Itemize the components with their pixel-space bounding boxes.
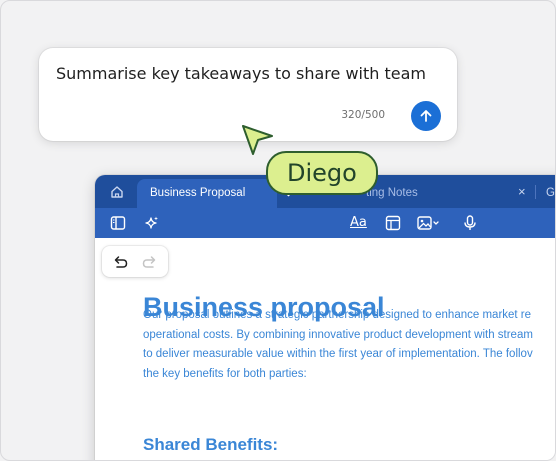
document-window: Business Proposal ting Notes × G Aa Busi… <box>95 175 555 460</box>
close-tab-button[interactable]: × <box>518 184 526 199</box>
body-line: to deliver measurable value within the f… <box>143 348 533 360</box>
arrow-up-icon <box>420 110 432 122</box>
app-canvas: Summarise key takeaways to share with te… <box>0 0 556 461</box>
tab-meeting-notes[interactable]: ting Notes <box>366 187 418 199</box>
document-body[interactable]: Our proposal outlines a strategic partne… <box>143 306 555 384</box>
tab-label: Business Proposal <box>150 187 246 199</box>
send-button[interactable] <box>411 101 441 131</box>
tab-divider <box>535 185 536 199</box>
redo-icon <box>142 256 156 268</box>
body-line: operational costs. By combining innovati… <box>143 328 533 341</box>
collaborator-name: Diego <box>287 159 357 187</box>
undo-icon[interactable] <box>111 253 129 271</box>
body-line: Our proposal outlines a strategic partne… <box>143 309 532 321</box>
image-icon[interactable] <box>416 214 440 232</box>
tab-business-proposal[interactable]: Business Proposal <box>137 179 293 208</box>
layout-icon[interactable] <box>384 214 402 232</box>
microphone-icon[interactable] <box>461 214 479 232</box>
font-style-button[interactable]: Aa <box>350 215 367 230</box>
home-icon[interactable] <box>109 184 125 200</box>
sparkle-icon[interactable] <box>142 214 160 232</box>
body-line: the key benefits for both parties: <box>143 367 307 380</box>
tab-next[interactable]: G <box>546 187 555 199</box>
history-controls <box>102 246 168 277</box>
editor-toolbar: Aa <box>95 208 555 238</box>
sidebar-icon[interactable] <box>109 214 127 232</box>
character-count: 320/500 <box>341 109 385 121</box>
section-heading[interactable]: Shared Benefits: <box>143 435 278 455</box>
pointer-cursor-icon <box>242 125 273 155</box>
collaborator-label: Diego <box>266 151 378 195</box>
prompt-input[interactable]: Summarise key takeaways to share with te… <box>56 64 426 83</box>
